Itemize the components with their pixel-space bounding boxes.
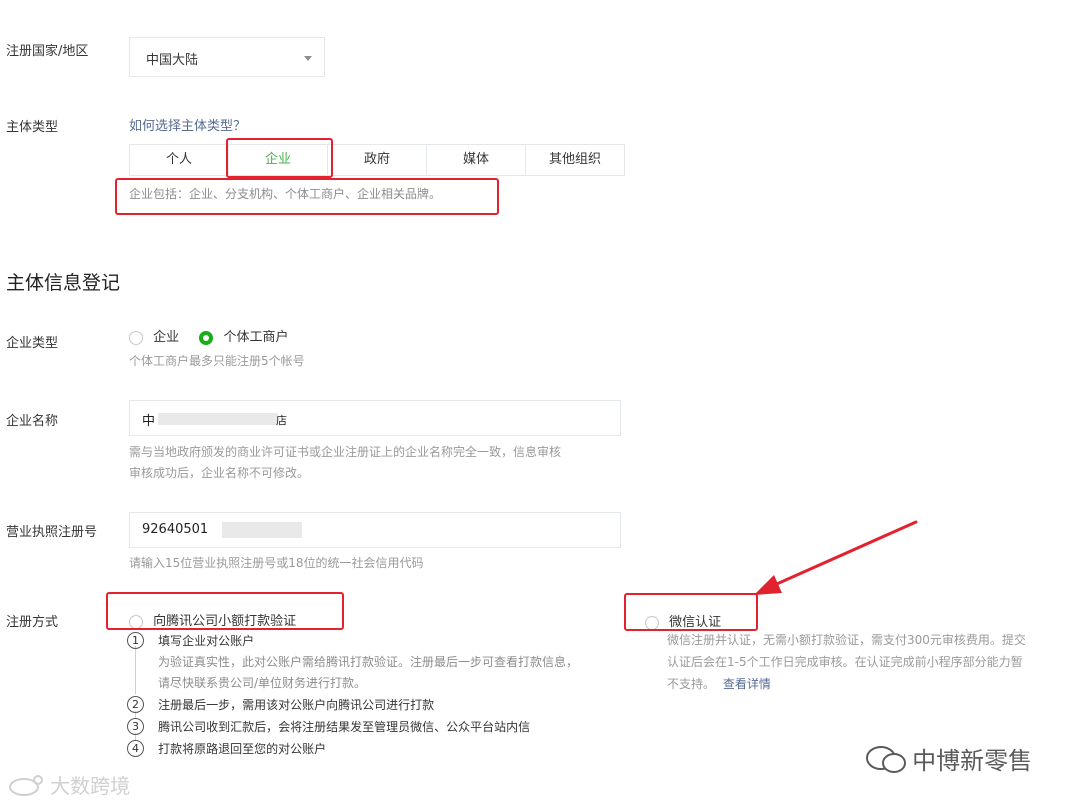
annotation-box-bank-transfer [106,592,344,630]
watermark-left-text: 大数跨境 [50,774,131,798]
region-select[interactable]: 中国大陆 [129,37,325,77]
watermark-right-text: 中博新零售 [912,747,1033,775]
step-number: 4 [127,740,144,757]
company-name-value-end: 店 [276,414,287,427]
tab-individual[interactable]: 个人 [130,145,229,175]
watermark-left: 大数跨境 [6,770,130,799]
company-name-value-start: 中 [142,414,156,429]
chevron-down-icon [304,56,312,61]
register-method-label: 注册方式 [6,615,59,630]
step-title: 打款将原路退回至您的对公账户 [158,742,327,756]
step-number: 3 [127,718,144,735]
license-value: 92640501 [142,522,209,537]
company-name-input[interactable]: 中 店 [129,400,621,436]
step-number: 1 [127,632,144,649]
tab-government[interactable]: 政府 [328,145,427,175]
step-3: 3 腾讯公司收到汇款后，会将注册结果发至管理员微信、公众平台站内信 [127,718,530,735]
wechat-desc-1: 微信注册并认证，无需小额打款验证，需支付300元审核费用。提交 [667,633,1026,647]
company-kind-label: 企业类型 [6,336,59,351]
entity-type-tabs: 个人 企业 政府 媒体 其他组织 [129,144,625,176]
tab-media[interactable]: 媒体 [427,145,526,175]
step-title: 腾讯公司收到汇款后，会将注册结果发至管理员微信、公众平台站内信 [158,720,531,734]
annotation-arrow [754,520,918,595]
step-1-desc-2: 请尽快联系贵公司/单位财务进行打款。 [158,676,367,690]
radio-individual-business-label: 个体工商户 [223,330,289,345]
radio-enterprise[interactable] [129,330,143,345]
wechat-desc-2: 认证后会在1-5个工作日完成审核。在认证完成前小程序部分能力暂 [667,655,1023,669]
entity-type-help-link[interactable]: 如何选择主体类型？ [129,115,246,134]
step-2: 2 注册最后一步，需用该对公账户向腾讯公司进行打款 [127,696,434,713]
wechat-desc-3-text: 不支持。 [667,677,716,691]
annotation-box-description [115,178,499,215]
step-4: 4 打款将原路退回至您的对公账户 [127,740,326,757]
step-1-desc-1: 为验证真实性，此对公账户需给腾讯打款验证。注册最后一步可查看打款信息， [158,655,579,669]
radio-enterprise-label: 企业 [153,330,180,345]
tab-other-org[interactable]: 其他组织 [526,145,624,175]
redacted-license [222,522,302,538]
license-input[interactable]: 92640501 [129,512,621,548]
annotation-box-enterprise-tab [226,138,333,178]
radio-individual-business[interactable] [199,330,214,345]
region-label: 注册国家/地区 [6,44,89,59]
watermark-right: 中博新零售 [864,741,1032,776]
annotation-box-wechat [624,593,758,631]
company-name-hint-2: 审核成功后，企业名称不可修改。 [129,466,310,480]
redacted-name [158,413,278,425]
wechat-desc-3: 不支持。 查看详情 [667,673,771,695]
company-name-hint-1: 需与当地政府颁发的商业许可证书或企业注册证上的企业名称完全一致，信息审核 [129,445,562,459]
step-connector-line [135,646,136,694]
company-name-label: 企业名称 [6,414,59,429]
step-title: 填写企业对公账户 [158,634,255,648]
region-select-value: 中国大陆 [146,53,199,68]
company-kind-radios: 企业 个体工商户 [129,326,288,345]
entity-type-label: 主体类型 [6,120,59,135]
wechat-details-link[interactable]: 查看详情 [723,677,771,691]
license-hint: 请输入15位营业执照注册号或18位的统一社会信用代码 [129,556,424,570]
section-title: 主体信息登记 [6,272,121,294]
company-kind-hint: 个体工商户最多只能注册5个帐号 [129,354,305,368]
step-title: 注册最后一步，需用该对公账户向腾讯公司进行打款 [158,698,435,712]
wechat-logo-icon [866,745,906,773]
weibo-logo-icon [9,774,43,796]
step-1: 1 填写企业对公账户 [127,632,254,649]
license-label: 营业执照注册号 [6,525,98,540]
step-number: 2 [127,696,144,713]
